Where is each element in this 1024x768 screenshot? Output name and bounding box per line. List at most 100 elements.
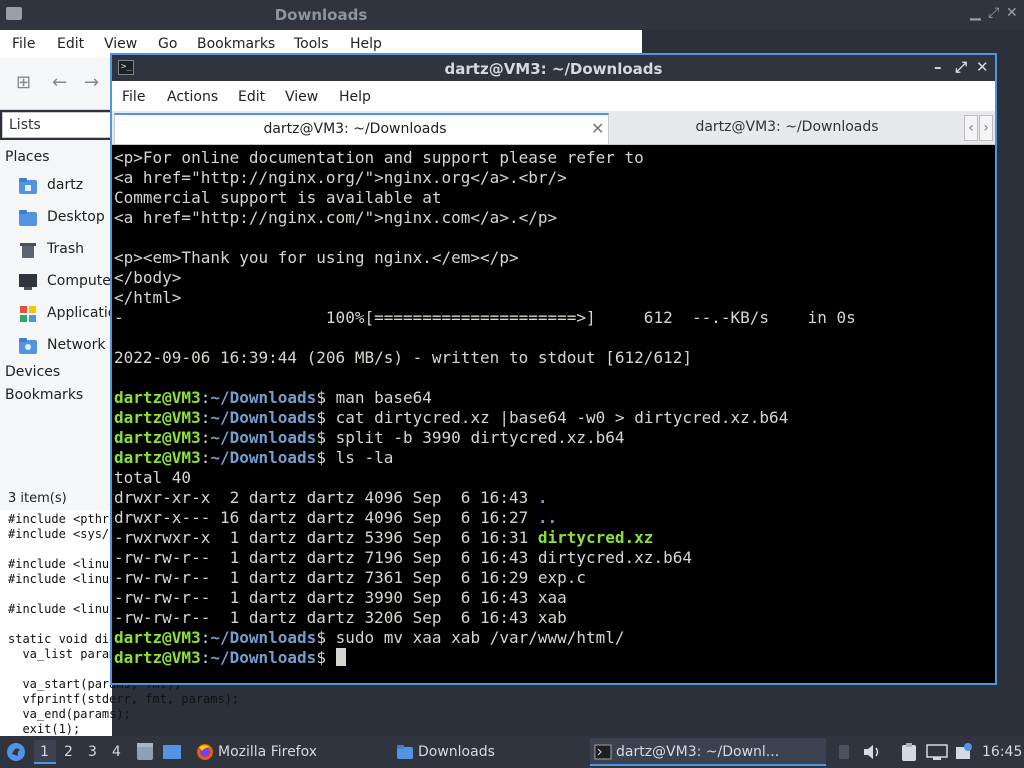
output-line: <p><em>Thank you for using nginx.</em></… — [114, 248, 519, 267]
terminal-icon — [594, 743, 612, 761]
sidebar-item-network[interactable]: Network — [18, 335, 112, 357]
side-pane-mode-select[interactable]: Lists — [2, 112, 112, 138]
updates-icon[interactable] — [954, 742, 974, 766]
folder-icon — [396, 743, 414, 761]
network-status-icon[interactable] — [926, 743, 948, 765]
pause-icon[interactable] — [838, 742, 850, 766]
start-menu-icon[interactable] — [6, 742, 26, 766]
tab-label: dartz@VM3: ~/Downloads — [695, 119, 879, 135]
clipboard-icon[interactable] — [900, 742, 918, 766]
volume-icon[interactable] — [862, 743, 882, 765]
minimize-icon[interactable]: – — [934, 58, 942, 76]
command-text: split -b 3990 dirtycred.xz.b64 — [335, 428, 625, 447]
close-icon[interactable]: ✕ — [1006, 5, 1018, 21]
output-line: <a href="http://nginx.org/">nginx.org</a… — [114, 168, 567, 187]
command-text: ls -la — [335, 448, 394, 467]
terminal-titlebar: >_ dartz@VM3: ~/Downloads – ⤢ ✕ — [112, 55, 995, 81]
code-line: va_end(params); — [8, 707, 131, 721]
command-text: man base64 — [335, 388, 432, 407]
forward-arrow-icon[interactable]: → — [84, 72, 99, 93]
ls-row-filename: . — [537, 488, 548, 507]
sidebar-item-label: Computer — [47, 273, 117, 289]
fm-menu-go[interactable]: Go — [158, 36, 177, 52]
ls-listing: drwxr-xr-x 2 dartz dartz 4096 Sep 6 16:4… — [114, 488, 993, 628]
places-sidebar: Places dartz Desktop Trash Computer Appl… — [0, 140, 133, 490]
task-terminal[interactable]: dartz@VM3: ~/Downl... — [590, 738, 826, 766]
close-icon[interactable]: ✕ — [976, 58, 989, 76]
prompt-dir: ~/Downloads — [210, 428, 317, 447]
term-menu-help[interactable]: Help — [339, 89, 371, 105]
back-arrow-icon[interactable]: ← — [52, 72, 67, 93]
sidebar-item-trash[interactable]: Trash — [18, 239, 112, 261]
show-desktop-icon[interactable] — [162, 742, 182, 766]
task-firefox[interactable]: Mozilla Firefox — [192, 738, 388, 766]
sidebar-item-applications[interactable]: Applications — [18, 303, 133, 325]
item-count: 3 item(s) — [8, 491, 67, 506]
fm-menu-file[interactable]: File — [12, 36, 35, 52]
sidebar-item-desktop[interactable]: Desktop — [18, 207, 112, 229]
clock[interactable]: 16:45 — [982, 744, 1022, 760]
file-manager-titlebar: Downloads ▁ ⤢ ✕ — [0, 0, 1024, 30]
command-line: dartz@VM3:~/Downloads$ ls -la — [114, 448, 394, 467]
ls-row: drwxr-xr-x 2 dartz dartz 4096 Sep 6 16:4… — [114, 488, 993, 508]
fm-menu-bookmarks[interactable]: Bookmarks — [197, 36, 275, 52]
bookmarks-header: Bookmarks — [5, 387, 84, 403]
fm-menu-help[interactable]: Help — [350, 36, 382, 52]
ls-row-filename: xaa — [537, 588, 567, 607]
output-line: <p>For online documentation and support … — [114, 148, 644, 167]
command-line: dartz@VM3:~/Downloads$ sudo mv xaa xab /… — [114, 628, 625, 647]
command-line-current[interactable]: dartz@VM3:~/Downloads$ — [114, 648, 993, 668]
output-line: Commercial support is available at — [114, 188, 442, 207]
minimize-icon[interactable]: ▁ — [970, 5, 981, 21]
tab-scroll-left-icon[interactable]: ‹ — [964, 115, 978, 141]
terminal-menubar: File Actions Edit View Help — [112, 81, 995, 111]
output-line: </html> — [114, 288, 182, 307]
command-text: cat dirtycred.xz |base64 -w0 > dirtycred… — [335, 408, 789, 427]
workspace-1[interactable]: 1 — [40, 744, 49, 760]
prompt-dir: ~/Downloads — [210, 648, 317, 667]
sidebar-item-home[interactable]: dartz — [18, 175, 112, 197]
ls-row-meta: -rw-rw-r-- 1 dartz dartz 7196 Sep 6 16:4… — [114, 548, 538, 567]
code-line: vfprintf(stderr, fmt, params); — [8, 692, 240, 706]
code-line: exit(1); — [8, 722, 81, 736]
terminal-title: dartz@VM3: ~/Downloads — [444, 60, 663, 78]
workspace-4[interactable]: 4 — [112, 744, 121, 760]
file-manager-launcher-icon[interactable] — [136, 742, 154, 766]
desktop-folder-icon — [18, 209, 38, 227]
ls-row: -rw-rw-r-- 1 dartz dartz 3990 Sep 6 16:4… — [114, 588, 993, 608]
term-menu-actions[interactable]: Actions — [167, 89, 218, 105]
tab-close-icon[interactable]: ✕ — [591, 119, 604, 138]
fm-menu-tools[interactable]: Tools — [294, 36, 329, 52]
maximize-icon[interactable]: ⤢ — [955, 58, 967, 76]
prompt-dir: ~/Downloads — [210, 448, 317, 467]
term-menu-view[interactable]: View — [285, 89, 318, 105]
workspace-2[interactable]: 2 — [64, 744, 73, 760]
ls-row-meta: -rw-rw-r-- 1 dartz dartz 3990 Sep 6 16:4… — [114, 588, 538, 607]
file-manager-statusbar: 3 item(s) — [0, 488, 112, 510]
tab-terminal-1[interactable]: dartz@VM3: ~/Downloads ✕ — [114, 113, 609, 144]
new-tab-icon[interactable]: ⊞ — [16, 72, 31, 93]
prompt-user: dartz@VM3 — [114, 428, 201, 447]
term-menu-edit[interactable]: Edit — [238, 89, 265, 105]
fm-menu-edit[interactable]: Edit — [57, 36, 84, 52]
sidebar-item-computer[interactable]: Computer — [18, 271, 117, 293]
ls-row: -rw-rw-r-- 1 dartz dartz 7196 Sep 6 16:4… — [114, 548, 993, 568]
workspace-3[interactable]: 3 — [88, 744, 97, 760]
devices-header: Devices — [5, 364, 61, 380]
ls-row-meta: -rw-rw-r-- 1 dartz dartz 7361 Sep 6 16:2… — [114, 568, 538, 587]
ls-row-filename: exp.c — [537, 568, 587, 587]
text-cursor — [335, 648, 346, 666]
term-menu-file[interactable]: File — [122, 89, 145, 105]
ls-row-filename: dirtycred.xz — [537, 528, 654, 547]
places-header: Places — [5, 149, 50, 165]
task-label: dartz@VM3: ~/Downl... — [616, 744, 780, 760]
tab-scroll-right-icon[interactable]: › — [979, 115, 993, 141]
task-downloads[interactable]: Downloads — [392, 738, 588, 766]
maximize-icon[interactable]: ⤢ — [988, 5, 999, 21]
ls-row-meta: -rwxrwxr-x 1 dartz dartz 5396 Sep 6 16:3… — [114, 528, 538, 547]
terminal-output[interactable]: <p>For online documentation and support … — [114, 147, 993, 683]
tab-terminal-2[interactable]: dartz@VM3: ~/Downloads — [612, 113, 962, 144]
fm-menu-view[interactable]: View — [104, 36, 137, 52]
task-label: Mozilla Firefox — [218, 744, 318, 760]
